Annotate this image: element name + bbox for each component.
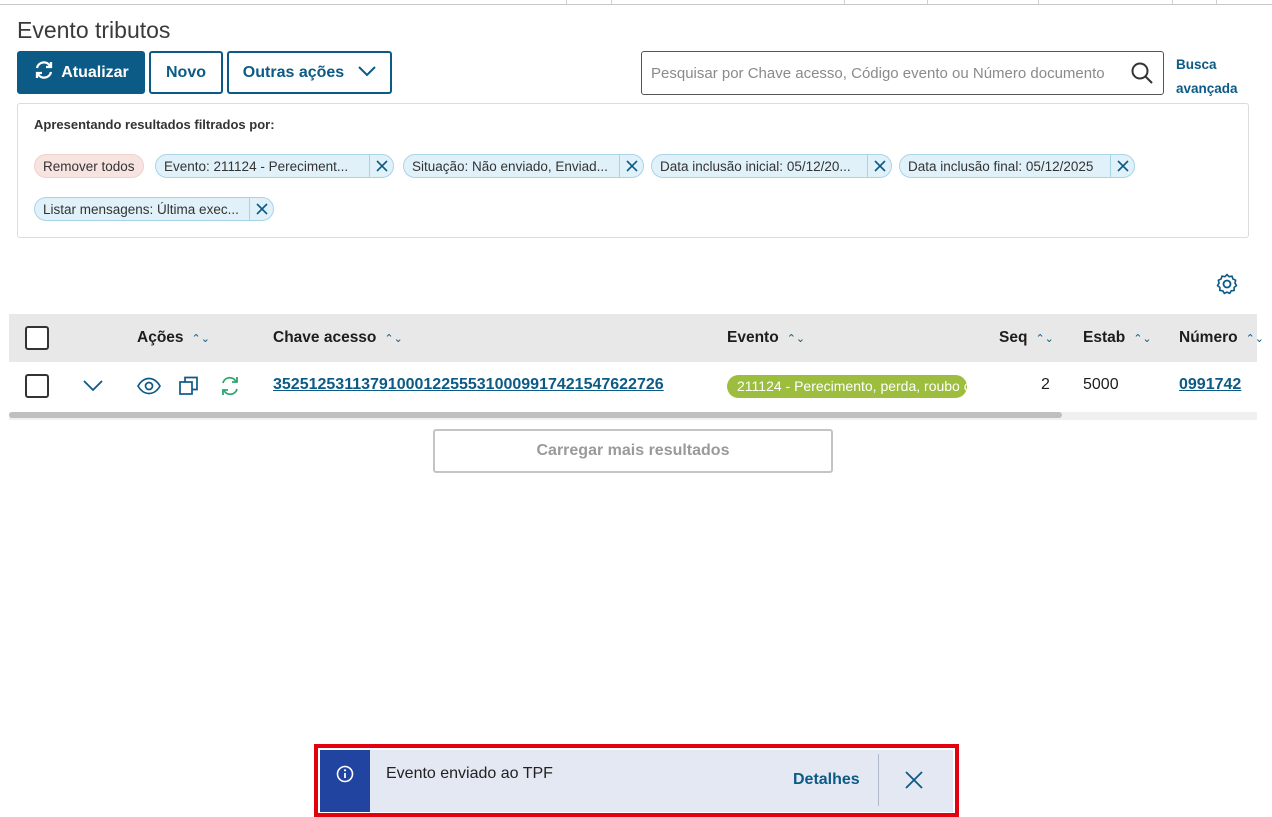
filter-chip-label: Listar mensagens: Última exec...	[43, 201, 239, 217]
filter-chip-label: Evento: 211124 - Pereciment...	[164, 158, 349, 174]
filter-chip-label: Situação: Não enviado, Enviad...	[412, 158, 608, 174]
column-header-access-key[interactable]: Chave acesso ⌃⌄	[273, 329, 403, 347]
column-header-estab[interactable]: Estab ⌃⌄	[1083, 329, 1152, 347]
refresh-icon	[33, 59, 55, 86]
search-box	[641, 51, 1164, 95]
sort-icon: ⌃⌄	[384, 332, 403, 345]
filter-chip-end-date: Data inclusão final: 05/12/2025	[899, 154, 1135, 178]
close-icon[interactable]	[249, 198, 273, 220]
remove-all-chip[interactable]: Remover todos	[34, 154, 144, 178]
table-header: Ações ⌃⌄ Chave acesso ⌃⌄ Evento ⌃⌄ Seq ⌃⌄ Es…	[9, 314, 1264, 362]
filters-title: Apresentando resultados filtrados por:	[34, 117, 275, 132]
page-title: Evento tributos	[17, 17, 171, 43]
row-checkbox[interactable]	[25, 374, 49, 398]
number-link[interactable]: 0991742	[1179, 376, 1241, 394]
info-icon	[336, 765, 354, 812]
table-row: 3525125311379100012255531000991742154762…	[9, 362, 1257, 410]
column-label: Estab	[1083, 329, 1126, 346]
notification-toast: Evento enviado ao TPF Detalhes	[320, 750, 953, 812]
column-label: Número	[1179, 329, 1238, 346]
filter-chip-label: Data inclusão final: 05/12/2025	[908, 158, 1094, 174]
close-icon[interactable]	[369, 155, 393, 177]
toast-details-button[interactable]: Detalhes	[793, 771, 860, 789]
more-actions-button[interactable]: Outras ações	[227, 51, 392, 94]
filter-chip-status: Situação: Não enviado, Enviad...	[403, 154, 644, 178]
chevron-down-icon	[358, 64, 376, 82]
search-icon[interactable]	[1131, 62, 1153, 89]
filter-chip-label: Data inclusão inicial: 05/12/20...	[660, 158, 851, 174]
select-all-checkbox[interactable]	[25, 326, 49, 350]
access-key-link[interactable]: 3525125311379100012255531000991742154762…	[273, 376, 664, 394]
close-icon[interactable]	[619, 155, 643, 177]
column-header-number[interactable]: Número ⌃⌄	[1179, 329, 1264, 347]
column-label: Ações	[137, 329, 184, 346]
remove-all-label: Remover todos	[43, 158, 135, 174]
column-label: Seq	[999, 329, 1028, 346]
sort-icon: ⌃⌄	[1245, 332, 1265, 345]
column-label: Chave acesso	[273, 329, 377, 346]
copy-icon[interactable]	[179, 376, 199, 401]
scrollbar-thumb[interactable]	[9, 412, 1062, 418]
sort-icon: ⌃⌄	[191, 332, 210, 345]
column-header-event[interactable]: Evento ⌃⌄	[727, 329, 805, 347]
advanced-search-link[interactable]: Busca avançada	[1176, 53, 1238, 101]
toast-accent	[320, 750, 370, 812]
advanced-search-line2: avançada	[1176, 81, 1238, 96]
new-button[interactable]: Novo	[149, 51, 223, 94]
more-actions-label: Outras ações	[242, 63, 345, 81]
filter-chip-event: Evento: 211124 - Pereciment...	[155, 154, 394, 178]
close-icon[interactable]	[1110, 155, 1134, 177]
sort-icon: ⌃⌄	[1035, 332, 1054, 345]
filters-panel: Apresentando resultados filtrados por: R…	[17, 103, 1249, 238]
sort-icon: ⌃⌄	[786, 332, 806, 345]
toast-divider	[878, 754, 879, 806]
close-icon[interactable]	[867, 155, 891, 177]
eye-icon[interactable]	[137, 377, 161, 400]
sort-icon: ⌃⌄	[1133, 332, 1152, 345]
top-border	[0, 0, 1272, 5]
column-header-actions[interactable]: Ações ⌃⌄	[137, 329, 210, 347]
filter-chip-messages: Listar mensagens: Última exec...	[34, 197, 274, 221]
gear-icon[interactable]	[1215, 272, 1239, 301]
column-header-seq[interactable]: Seq ⌃⌄	[999, 329, 1054, 347]
advanced-search-line1: Busca	[1176, 57, 1217, 72]
estab-cell: 5000	[1083, 376, 1119, 393]
load-more-button[interactable]: Carregar mais resultados	[433, 429, 833, 473]
toast-message: Evento enviado ao TPF	[386, 765, 553, 782]
filter-chip-start-date: Data inclusão inicial: 05/12/20...	[651, 154, 892, 178]
event-badge: 211124 - Perecimento, perda, roubo ou fu…	[727, 375, 967, 398]
refresh-button[interactable]: Atualizar	[17, 51, 145, 94]
search-input[interactable]	[651, 64, 1121, 82]
chevron-down-icon[interactable]	[83, 379, 103, 397]
close-icon[interactable]	[904, 770, 924, 795]
refresh-label: Atualizar	[61, 63, 129, 81]
seq-cell: 2	[1041, 376, 1050, 393]
column-label: Evento	[727, 329, 779, 346]
resend-icon[interactable]	[219, 375, 241, 402]
